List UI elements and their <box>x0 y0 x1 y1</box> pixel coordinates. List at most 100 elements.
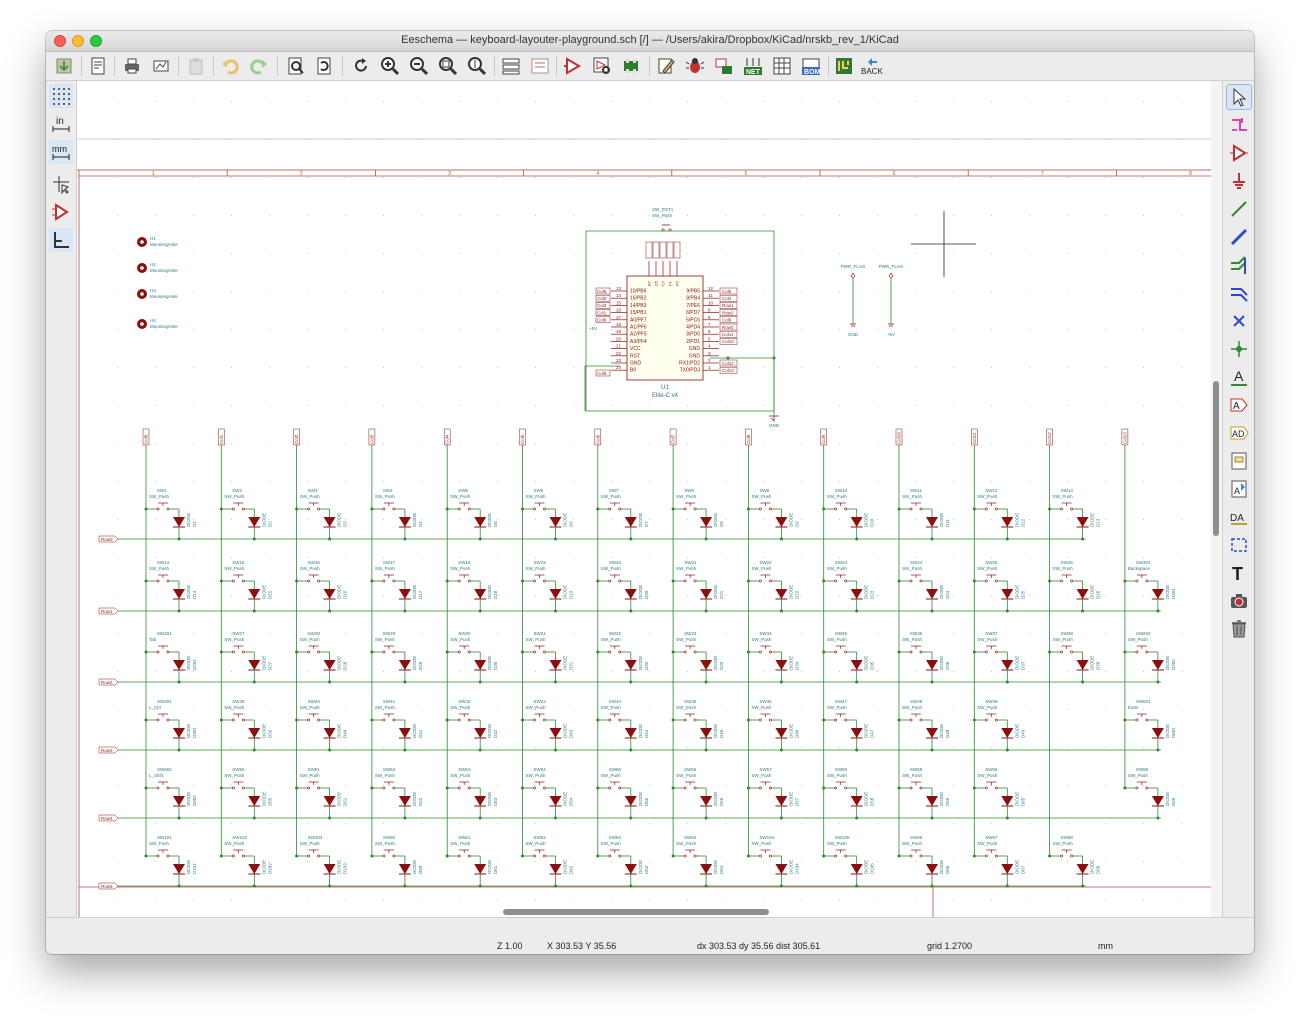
assign-footprints-icon[interactable] <box>712 54 736 78</box>
refresh-icon[interactable] <box>349 54 373 78</box>
cursor-shape-icon[interactable] <box>49 172 73 196</box>
junction-dot <box>671 718 675 722</box>
switch-value: SW_Push <box>149 841 170 846</box>
mcu-symbol[interactable]: SW_RST1SW_PushGNDB7 D5 C7 F1 F010/PB61316/PB… <box>584 207 780 428</box>
switch-ref: SW34 <box>759 631 772 636</box>
diode-value: DIODE <box>412 513 417 527</box>
switch-value: SW_Push <box>827 494 848 499</box>
junction-dot <box>779 537 783 541</box>
paste-icon[interactable] <box>184 54 208 78</box>
diode-icon <box>1076 660 1089 670</box>
switch-ref: SW32 <box>609 631 622 636</box>
add-graphic-line-icon[interactable] <box>1227 533 1251 557</box>
horizontal-scrollbar[interactable] <box>77 907 1211 917</box>
switch-ref: SW33 <box>684 631 697 636</box>
save-icon[interactable] <box>52 54 76 78</box>
pcbnew-icon[interactable] <box>832 54 856 78</box>
add-hier-label-icon[interactable]: AD <box>1227 421 1251 445</box>
schematic-drawing[interactable]: 12345678 H1MountingHoleH2MountingHoleH3M… <box>77 81 1211 917</box>
key-matrix[interactable]: Col0 Col1 Col2 Col3 Col4 Col5 Col6 Col7 Col8 Col9… <box>98 428 1176 890</box>
zoom-in-icon[interactable] <box>378 54 402 78</box>
mcu-right-net-label: Col11 <box>722 332 734 337</box>
select-arrow-icon[interactable] <box>1226 84 1252 110</box>
zoom-out-icon[interactable] <box>407 54 431 78</box>
junction-dot <box>671 579 675 583</box>
switch-ref: SW1 <box>157 488 167 493</box>
junction-dot <box>822 854 826 858</box>
zoom-fit-icon[interactable] <box>436 54 460 78</box>
add-hier-sheet-icon[interactable] <box>1227 449 1251 473</box>
vertical-scrollbar[interactable] <box>1211 81 1222 917</box>
junction-dot <box>370 507 374 511</box>
switch-ref: SW22 <box>759 560 772 565</box>
diode-ref: D301 <box>192 727 197 738</box>
bus-entry-icon[interactable] <box>1227 281 1251 305</box>
diode-value: DIODE <box>1090 585 1095 599</box>
add-bus-icon[interactable] <box>1227 225 1251 249</box>
hidden-pins-icon[interactable] <box>49 200 73 224</box>
delete-icon[interactable] <box>1227 617 1251 641</box>
wire-entry-icon[interactable] <box>1227 253 1251 277</box>
erc-bug-icon[interactable] <box>683 54 707 78</box>
annotate-icon[interactable] <box>654 54 678 78</box>
find-replace-icon[interactable] <box>313 54 337 78</box>
print-icon[interactable] <box>120 54 144 78</box>
footprint-editor-icon[interactable] <box>619 54 643 78</box>
switch-value: SW_Push <box>375 841 396 846</box>
diode-ref: D67 <box>1020 865 1025 874</box>
svg-text:T: T <box>1232 564 1243 583</box>
add-sheet-pin-icon[interactable]: DA <box>1227 505 1251 529</box>
junction-dot <box>295 579 299 583</box>
undo-icon[interactable] <box>218 54 242 78</box>
zoom-selection-icon[interactable] <box>465 54 489 78</box>
add-image-icon[interactable] <box>1227 589 1251 613</box>
netlist-icon[interactable]: NET <box>741 54 765 78</box>
symbol-editor-icon[interactable] <box>561 54 585 78</box>
grid-toggle-icon[interactable] <box>49 84 73 108</box>
schematic-canvas[interactable]: 12345678 H1 MountingHole H2 MountingHole H3 M… <box>77 81 1211 917</box>
import-sheet-pin-icon[interactable]: A <box>1227 477 1251 501</box>
back-to-pcb-button[interactable]: BACK <box>858 54 886 78</box>
no-connect-icon[interactable] <box>1227 309 1251 333</box>
add-power-icon[interactable] <box>1227 169 1251 193</box>
plot-icon[interactable] <box>149 54 173 78</box>
mcu-right-pin-number: 2 <box>708 358 711 363</box>
add-symbol-icon[interactable] <box>1227 141 1251 165</box>
redo-icon[interactable] <box>247 54 271 78</box>
diode-icon <box>173 796 185 806</box>
wire-angle-icon[interactable] <box>49 228 73 252</box>
horizontal-scroll-thumb[interactable] <box>503 909 769 915</box>
junction-dot <box>779 609 783 613</box>
switch-ref: SW55 <box>609 767 622 772</box>
diode-ref: D69 <box>1171 797 1176 806</box>
diode-value: DIODE <box>864 724 869 738</box>
switch-value: SW_Push <box>676 773 697 778</box>
add-global-label-icon[interactable]: A <box>1227 393 1251 417</box>
find-icon[interactable] <box>284 54 308 78</box>
junction-dot <box>328 680 332 684</box>
add-text-icon[interactable]: T <box>1227 561 1251 585</box>
diode-ref: D17 <box>418 590 423 599</box>
leave-sheet-icon[interactable] <box>528 54 552 78</box>
page-settings-icon[interactable] <box>86 54 110 78</box>
add-junction-icon[interactable] <box>1227 337 1251 361</box>
add-wire-icon[interactable] <box>1227 197 1251 221</box>
bom-icon[interactable]: BOM <box>799 54 823 78</box>
add-label-icon[interactable]: A <box>1227 365 1251 389</box>
hierarchy-navigator-icon[interactable] <box>499 54 523 78</box>
switch-ref: SW52 <box>383 767 396 772</box>
diode-icon <box>850 517 863 527</box>
units-inch-icon[interactable]: in <box>49 112 73 136</box>
highlight-net-icon[interactable] <box>1227 113 1251 137</box>
symbol-library-browser-icon[interactable] <box>590 54 614 78</box>
bom-table-icon[interactable] <box>770 54 794 78</box>
switch-value: SW_Push <box>601 773 622 778</box>
diode-value: DIODE <box>563 585 568 599</box>
units-mm-icon[interactable]: mm <box>49 140 73 164</box>
junction-dot <box>746 854 750 858</box>
vertical-scroll-thumb[interactable] <box>1213 381 1219 536</box>
switch-ref: SW59 <box>910 767 923 772</box>
switch-value: SW_Push <box>827 566 848 571</box>
main-toolbar: NET BOM BACK <box>46 52 1254 81</box>
diode-icon <box>173 728 185 738</box>
